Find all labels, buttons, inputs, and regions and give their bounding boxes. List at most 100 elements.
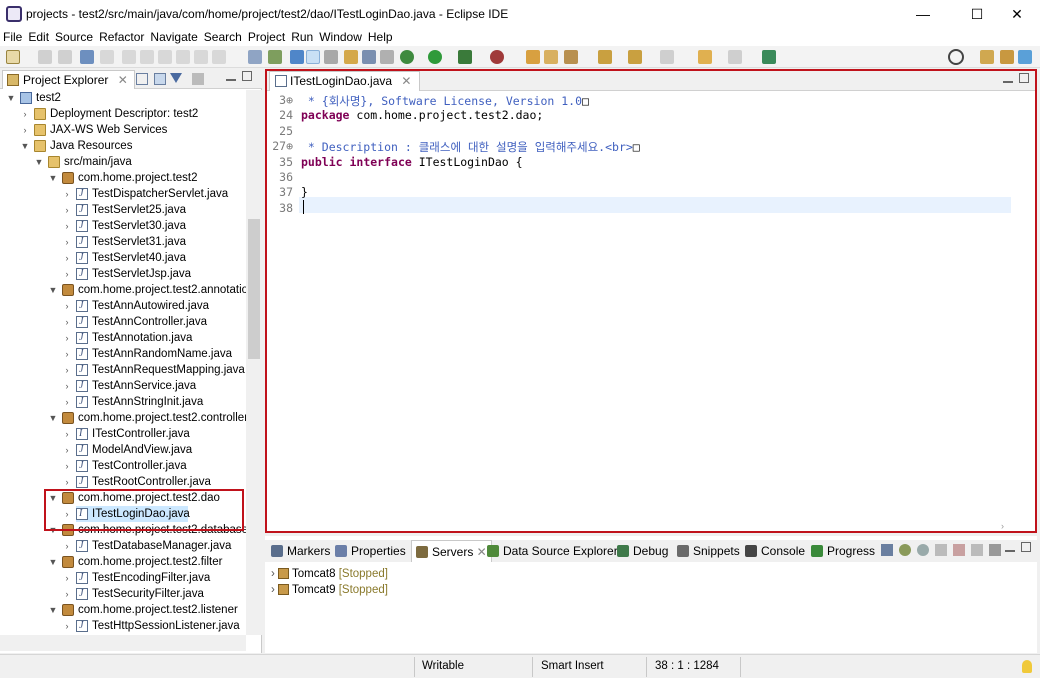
- tip-lightbulb-icon[interactable]: [1022, 660, 1032, 673]
- menu-file[interactable]: File: [0, 28, 25, 46]
- step-over-icon[interactable]: [212, 50, 226, 64]
- open-type-icon[interactable]: [544, 50, 558, 64]
- chevron-down-icon[interactable]: ▼: [20, 138, 30, 154]
- chevron-down-icon[interactable]: ▼: [6, 90, 16, 106]
- collapse-all-icon[interactable]: [136, 73, 148, 85]
- search-icon[interactable]: [948, 49, 964, 65]
- tab-progress[interactable]: Progress: [811, 540, 875, 562]
- code-area[interactable]: * {회사명}, Software License, Version 1.0□ p…: [267, 91, 1011, 521]
- chevron-down-icon[interactable]: ▼: [34, 154, 44, 170]
- chevron-right-icon[interactable]: ›: [62, 458, 72, 474]
- tab-properties[interactable]: Properties: [335, 540, 406, 562]
- show-selected-element-icon[interactable]: [380, 50, 394, 64]
- next-annotation-icon[interactable]: [268, 50, 282, 64]
- tab-project-explorer[interactable]: Project Explorer ✕: [2, 70, 135, 89]
- chevron-right-icon[interactable]: ›: [62, 186, 72, 202]
- toggle-word-wrap-icon[interactable]: [362, 50, 376, 64]
- external-tools-icon[interactable]: [490, 50, 504, 64]
- explorer-scroll-thumb[interactable]: [248, 219, 260, 359]
- maximize-view-icon[interactable]: [1021, 542, 1031, 552]
- save-all-icon[interactable]: [58, 50, 72, 64]
- highlight-icon[interactable]: [306, 50, 320, 64]
- menu-source[interactable]: Source: [52, 28, 96, 46]
- menu-navigate[interactable]: Navigate: [147, 28, 200, 46]
- chevron-right-icon[interactable]: ›: [62, 538, 72, 554]
- maximize-view-icon[interactable]: [242, 71, 252, 81]
- coverage-icon[interactable]: [458, 50, 472, 64]
- toggle-mark-occurrences-icon[interactable]: [290, 50, 304, 64]
- tab-debug[interactable]: Debug: [617, 540, 668, 562]
- forward-icon[interactable]: [728, 50, 742, 64]
- open-task-icon[interactable]: [248, 50, 262, 64]
- publish-icon[interactable]: [971, 544, 983, 556]
- chevron-right-icon[interactable]: ›: [62, 346, 72, 362]
- tab-markers[interactable]: Markers: [271, 540, 330, 562]
- chevron-right-icon[interactable]: ›: [20, 122, 30, 138]
- menu-help[interactable]: Help: [365, 28, 396, 46]
- chevron-down-icon[interactable]: ▼: [48, 410, 58, 426]
- last-edit-location-icon[interactable]: [660, 50, 674, 64]
- link-with-editor-icon[interactable]: [154, 73, 166, 85]
- chevron-right-icon[interactable]: ›: [62, 298, 72, 314]
- suspend-icon[interactable]: [140, 50, 154, 64]
- menu-search[interactable]: Search: [201, 28, 245, 46]
- server-item[interactable]: › Tomcat9 [Stopped]: [271, 582, 388, 598]
- menu-project[interactable]: Project: [245, 28, 288, 46]
- print-icon[interactable]: [80, 50, 94, 64]
- tab-console[interactable]: Console: [745, 540, 805, 562]
- chevron-right-icon[interactable]: ›: [62, 218, 72, 234]
- stop-server-icon[interactable]: [953, 544, 965, 556]
- chevron-right-icon[interactable]: ›: [62, 266, 72, 282]
- java-ee-perspective-icon[interactable]: [1000, 50, 1014, 64]
- menu-window[interactable]: Window: [316, 28, 365, 46]
- chevron-right-icon[interactable]: ›: [62, 394, 72, 410]
- chevron-right-icon[interactable]: ›: [62, 250, 72, 266]
- debug-server-icon[interactable]: [899, 544, 911, 556]
- chevron-down-icon[interactable]: ▼: [48, 602, 58, 618]
- tab-itestlogindao[interactable]: ITestLoginDao.java ✕: [269, 71, 421, 91]
- editor-scrollbar[interactable]: [1011, 91, 1031, 521]
- show-whitespace-icon[interactable]: [344, 50, 358, 64]
- chevron-right-icon[interactable]: ›: [62, 618, 72, 634]
- open-perspective-icon[interactable]: [980, 50, 994, 64]
- new-icon[interactable]: [6, 50, 20, 64]
- menu-refactor[interactable]: Refactor: [96, 28, 147, 46]
- next-edit-icon[interactable]: [598, 50, 612, 64]
- chevron-right-icon[interactable]: ›: [271, 584, 278, 596]
- run-icon[interactable]: [428, 50, 442, 64]
- debug-icon[interactable]: [400, 50, 414, 64]
- chevron-right-icon[interactable]: ›: [62, 570, 72, 586]
- menu-edit[interactable]: Edit: [25, 28, 52, 46]
- chevron-right-icon[interactable]: ›: [62, 586, 72, 602]
- chevron-right-icon[interactable]: ›: [62, 442, 72, 458]
- chevron-right-icon[interactable]: ›: [62, 330, 72, 346]
- save-icon[interactable]: [38, 50, 52, 64]
- close-icon[interactable]: ✕: [118, 73, 128, 87]
- minimize-view-icon[interactable]: [226, 71, 236, 81]
- close-icon[interactable]: ✕: [401, 74, 411, 88]
- skip-breakpoints-icon[interactable]: [100, 50, 114, 64]
- pin-editor-icon[interactable]: [762, 50, 776, 64]
- chevron-right-icon[interactable]: ›: [62, 202, 72, 218]
- start-server-icon[interactable]: [917, 544, 929, 556]
- explorer-horizontal-scrollbar[interactable]: [0, 635, 246, 651]
- chevron-right-icon[interactable]: ›: [20, 106, 30, 122]
- disconnect-icon[interactable]: [176, 50, 190, 64]
- view-menu-icon[interactable]: [989, 544, 1001, 556]
- chevron-right-icon[interactable]: ›: [271, 568, 278, 580]
- chevron-down-icon[interactable]: ▼: [48, 170, 58, 186]
- maximize-editor-icon[interactable]: [1019, 73, 1029, 83]
- step-into-icon[interactable]: [194, 50, 208, 64]
- chevron-right-icon[interactable]: ›: [62, 362, 72, 378]
- chevron-down-icon[interactable]: ▼: [48, 554, 58, 570]
- explorer-vertical-scrollbar[interactable]: [246, 90, 262, 635]
- close-icon[interactable]: ✕: [473, 545, 487, 559]
- profile-server-icon[interactable]: [935, 544, 947, 556]
- debug-perspective-icon[interactable]: [1018, 50, 1032, 64]
- search-tool-icon[interactable]: [564, 50, 578, 64]
- tab-servers[interactable]: Servers ✕: [411, 540, 492, 562]
- tab-snippets[interactable]: Snippets: [677, 540, 740, 562]
- menu-run[interactable]: Run: [288, 28, 316, 46]
- chevron-right-icon[interactable]: ›: [62, 234, 72, 250]
- previous-edit-icon[interactable]: [628, 50, 642, 64]
